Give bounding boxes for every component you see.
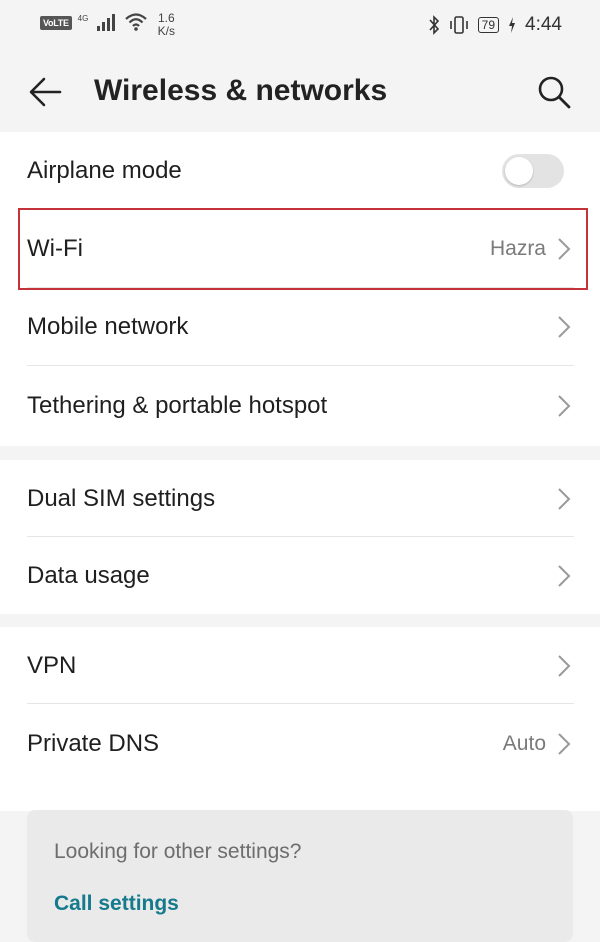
volte-badge: VoLTE [40, 16, 72, 30]
chevron-right-icon [558, 238, 571, 260]
charging-icon [509, 17, 516, 33]
wifi-icon [124, 13, 147, 31]
data-usage-label: Data usage [27, 561, 150, 589]
status-bar: VoLTE 4G 1.6 K/s 79 4:44 [0, 0, 600, 50]
data-usage-row[interactable]: Data usage [0, 537, 600, 614]
speed-unit: K/s [157, 24, 176, 38]
wifi-label: Wi-Fi [27, 235, 83, 262]
network-gen-label: 4G [77, 14, 89, 23]
clock: 4:44 [525, 14, 562, 35]
chevron-right-icon [558, 316, 571, 338]
chevron-right-icon [558, 733, 571, 755]
signal-icon [96, 14, 115, 31]
suggestion-card: Looking for other settings? Call setting… [27, 810, 573, 942]
call-settings-link[interactable]: Call settings [54, 892, 179, 916]
vpn-row[interactable]: VPN [0, 627, 600, 704]
page-title: Wireless & networks [94, 74, 388, 107]
search-button[interactable] [534, 72, 574, 112]
vibrate-icon [449, 16, 468, 34]
chevron-right-icon [558, 654, 571, 677]
settings-group-connectivity: Airplane mode Wi-Fi Hazra Mobile network… [0, 132, 600, 446]
tethering-label: Tethering & portable hotspot [27, 392, 328, 419]
chevron-right-icon [558, 487, 571, 510]
private-dns-label: Private DNS [27, 730, 160, 757]
private-dns-value: Auto [502, 732, 546, 755]
network-speed: 1.6 K/s [158, 12, 175, 38]
tethering-row[interactable]: Tethering & portable hotspot [0, 366, 600, 446]
toggle-knob [505, 157, 533, 185]
mobile-network-label: Mobile network [27, 313, 189, 340]
app-bar: Wireless & networks [0, 50, 600, 130]
status-right: 79 4:44 [428, 14, 562, 36]
chevron-right-icon [558, 395, 571, 417]
settings-group-sim-data: Dual SIM settings Data usage [0, 460, 600, 614]
mobile-network-row[interactable]: Mobile network [0, 288, 600, 366]
group-bottom-padding [0, 784, 600, 811]
wifi-network-name: Hazra [489, 237, 546, 260]
settings-group-privacy: VPN Private DNS Auto [0, 627, 600, 811]
battery-indicator: 79 [477, 17, 500, 33]
chevron-right-icon [558, 564, 571, 587]
dual-sim-label: Dual SIM settings [27, 484, 216, 512]
private-dns-row[interactable]: Private DNS Auto [0, 704, 600, 784]
bluetooth-icon [429, 15, 439, 35]
vpn-label: VPN [27, 651, 77, 679]
arrow-left-icon [29, 77, 62, 107]
network-gen: 4G [78, 14, 90, 23]
back-button[interactable] [26, 72, 66, 112]
airplane-mode-label: Airplane mode [27, 157, 182, 184]
wifi-row[interactable]: Wi-Fi Hazra [0, 210, 600, 288]
status-left: VoLTE 4G 1.6 K/s [40, 12, 175, 38]
search-icon [538, 76, 571, 109]
airplane-mode-row[interactable]: Airplane mode [0, 132, 600, 210]
airplane-mode-toggle[interactable] [502, 154, 564, 188]
dual-sim-row[interactable]: Dual SIM settings [0, 460, 600, 537]
suggestion-title: Looking for other settings? [54, 840, 302, 863]
